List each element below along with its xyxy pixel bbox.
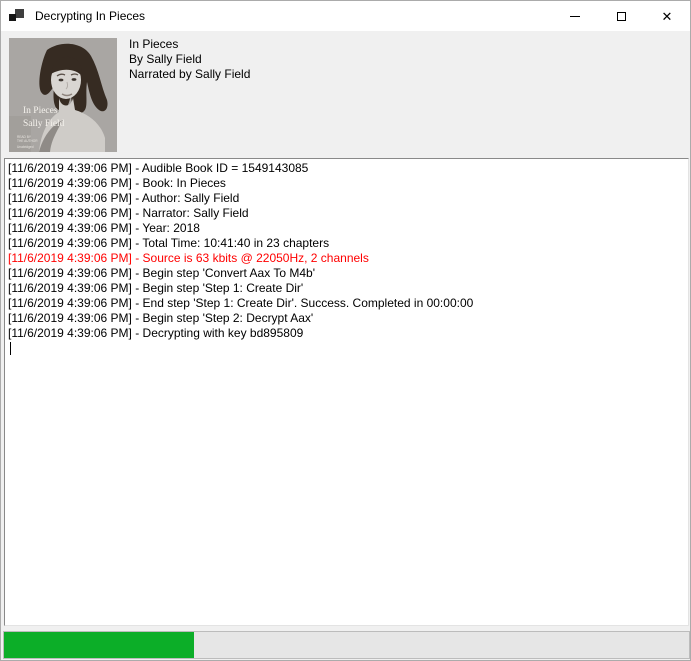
close-button[interactable]: ✕ — [644, 1, 690, 31]
progress-fill — [4, 632, 194, 658]
log-line: [11/6/2019 4:39:06 PM] - Source is 63 kb… — [8, 251, 685, 266]
cover-author-text: Sally Field — [23, 119, 65, 129]
book-title: In Pieces — [129, 37, 250, 52]
progress-bar — [3, 631, 690, 659]
close-icon: ✕ — [662, 10, 673, 23]
log-line: [11/6/2019 4:39:06 PM] - Begin step 'Ste… — [8, 311, 685, 326]
log-line: [11/6/2019 4:39:06 PM] - Decrypting with… — [8, 326, 685, 341]
maximize-icon — [617, 12, 626, 21]
book-author: By Sally Field — [129, 52, 250, 67]
text-caret — [10, 342, 11, 355]
log-line: [11/6/2019 4:39:06 PM] - Book: In Pieces — [8, 176, 685, 191]
app-icon — [9, 8, 25, 24]
cover-title-text: In Pieces — [23, 106, 58, 116]
log-line: [11/6/2019 4:39:06 PM] - Begin step 'Ste… — [8, 281, 685, 296]
cover-footer-line2: THE AUTHOR — [17, 139, 38, 143]
log-line: [11/6/2019 4:39:06 PM] - Audible Book ID… — [8, 161, 685, 176]
book-cover-image: In Pieces Sally Field READ BY THE AUTHOR… — [9, 38, 117, 152]
book-info: In Pieces By Sally Field Narrated by Sal… — [129, 37, 250, 82]
log-line: [11/6/2019 4:39:06 PM] - Total Time: 10:… — [8, 236, 685, 251]
minimize-icon — [570, 16, 580, 17]
log-line: [11/6/2019 4:39:06 PM] - Year: 2018 — [8, 221, 685, 236]
log-line: [11/6/2019 4:39:06 PM] - End step 'Step … — [8, 296, 685, 311]
window-title: Decrypting In Pieces — [35, 9, 145, 23]
log-line: [11/6/2019 4:39:06 PM] - Narrator: Sally… — [8, 206, 685, 221]
minimize-button[interactable] — [552, 1, 598, 31]
log-line: [11/6/2019 4:39:06 PM] - Author: Sally F… — [8, 191, 685, 206]
log-output[interactable]: [11/6/2019 4:39:06 PM] - Audible Book ID… — [4, 158, 689, 626]
app-window: Decrypting In Pieces ✕ — [0, 0, 691, 661]
log-line: [11/6/2019 4:39:06 PM] - Begin step 'Con… — [8, 266, 685, 281]
title-bar[interactable]: Decrypting In Pieces ✕ — [1, 1, 690, 31]
book-narrator: Narrated by Sally Field — [129, 67, 250, 82]
window-controls: ✕ — [552, 1, 690, 31]
log-lines: [11/6/2019 4:39:06 PM] - Audible Book ID… — [8, 161, 685, 341]
cover-footer-line3: Unabridged — [17, 145, 34, 149]
maximize-button[interactable] — [598, 1, 644, 31]
app-icon-square-large — [15, 9, 24, 18]
app-icon-square-small — [9, 14, 16, 21]
